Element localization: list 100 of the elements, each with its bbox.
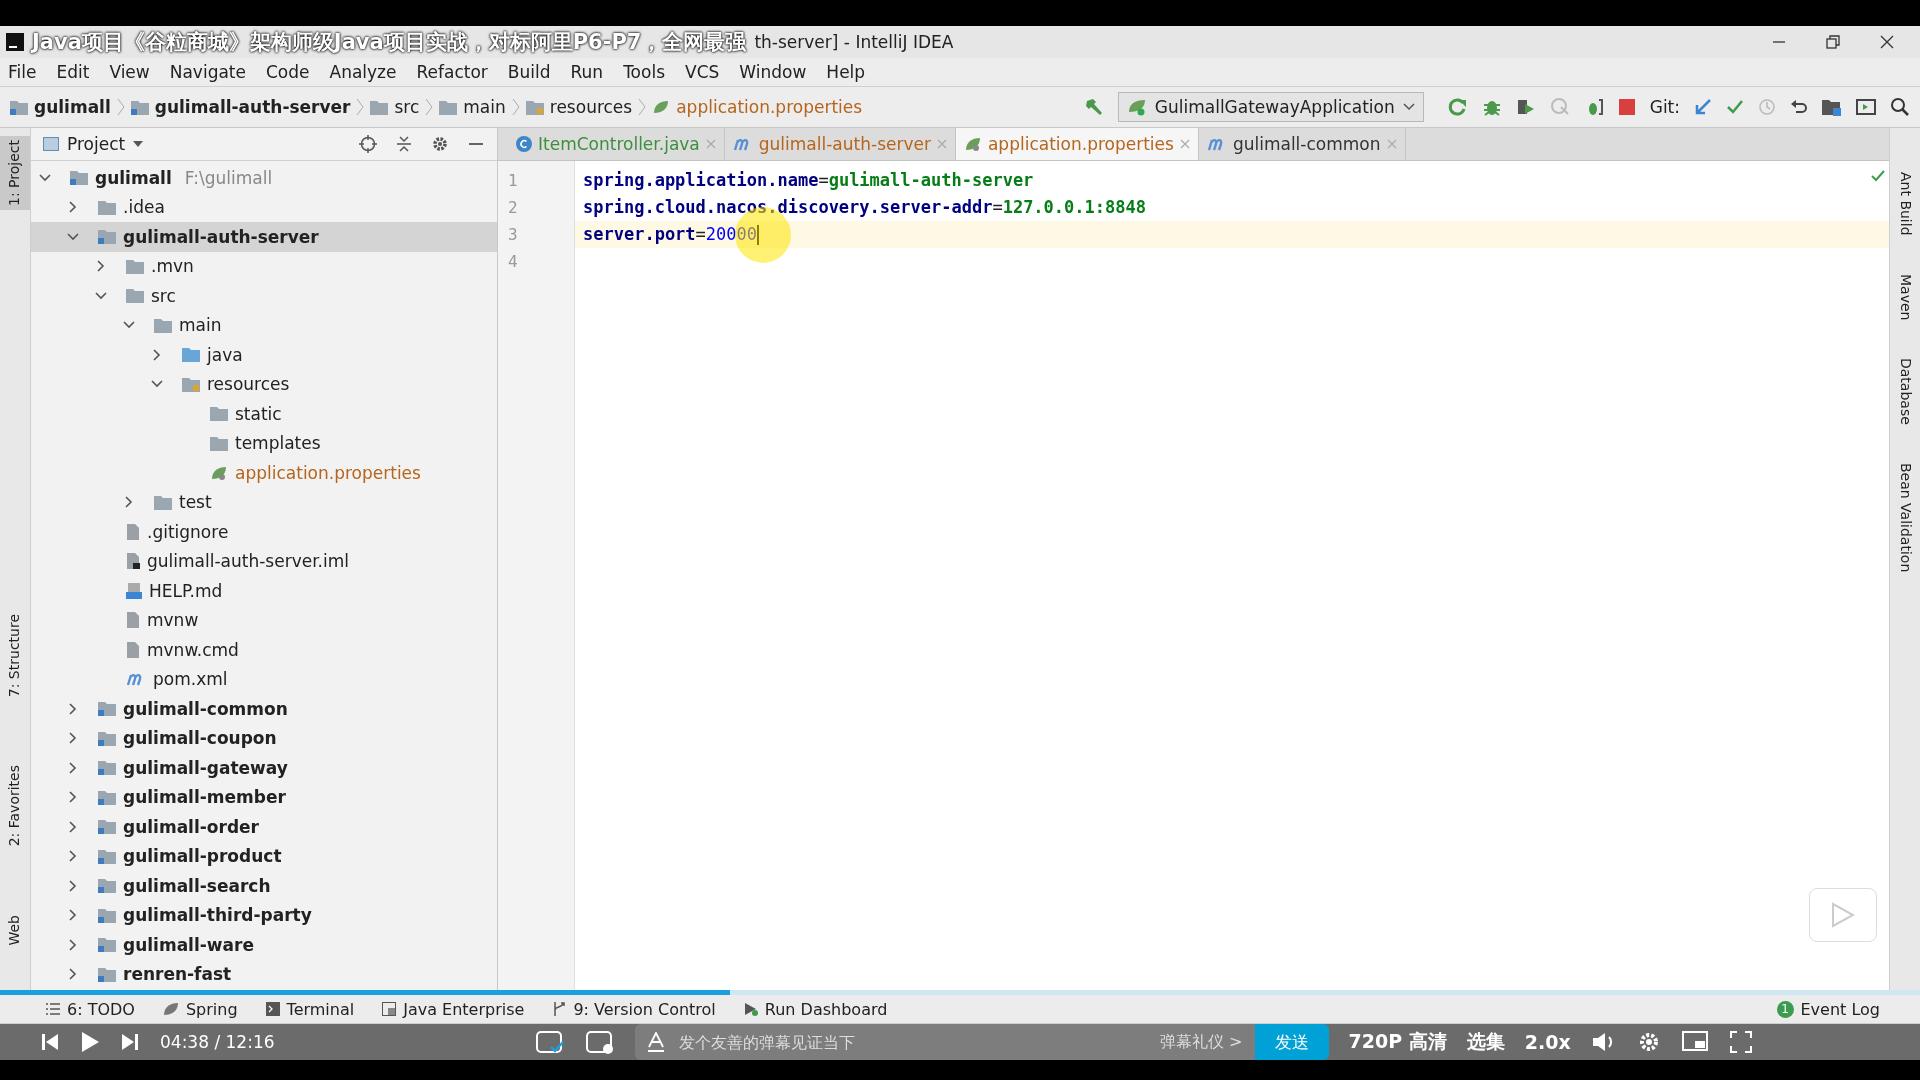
tool-window-button[interactable]: Bean Validation	[1890, 458, 1920, 577]
menu-item[interactable]: Help	[826, 62, 866, 82]
tree-item[interactable]: .gitignore	[31, 517, 497, 547]
search-icon[interactable]	[1890, 97, 1910, 117]
tree-item[interactable]: gulimall-order	[31, 812, 497, 842]
play-icon[interactable]	[80, 1031, 100, 1053]
breadcrumb[interactable]: gulimall-auth-server	[130, 97, 351, 117]
rerun-icon[interactable]	[1447, 97, 1468, 117]
breadcrumb[interactable]: main	[439, 97, 506, 117]
tool-window-button[interactable]: Database	[1890, 354, 1920, 429]
tool-window-button[interactable]: Maven	[1890, 269, 1920, 324]
leaf-icon	[162, 1002, 179, 1016]
tree-item[interactable]: renren-fast	[31, 959, 497, 989]
run-configuration-dropdown[interactable]: GulimallGatewayApplication	[1117, 92, 1424, 122]
line-number: 2	[507, 197, 519, 219]
breadcrumb[interactable]: resources	[525, 97, 633, 117]
code-line: server.port=20000	[583, 223, 758, 246]
menu-item[interactable]: Tools	[623, 62, 665, 82]
menu-item[interactable]: Navigate	[169, 62, 246, 82]
update-arrow-icon[interactable]	[1694, 98, 1712, 116]
restore-icon[interactable]	[1826, 35, 1840, 49]
tree-item[interactable]: test	[31, 487, 497, 517]
tree-item[interactable]: gulimall-third-party	[31, 900, 497, 930]
previous-icon[interactable]	[40, 1032, 60, 1052]
menu-item[interactable]: Analyze	[329, 62, 397, 82]
project-view-dropdown[interactable]: Project	[43, 134, 144, 154]
danmaku-settings-icon[interactable]	[584, 1029, 615, 1055]
chevron-icon	[356, 97, 365, 117]
event-log-tab[interactable]: 1 Event Log	[1776, 999, 1880, 1019]
tree-item[interactable]: gulimall-member	[31, 782, 497, 812]
tree-item[interactable]: gulimall-common	[31, 694, 497, 724]
coverage-icon[interactable]	[1515, 97, 1536, 117]
next-icon[interactable]	[120, 1032, 140, 1052]
menu-item[interactable]: VCS	[685, 62, 720, 82]
tool-window-button[interactable]: 1: Project	[0, 136, 30, 210]
tree-item[interactable]: gulimall-ware	[31, 930, 497, 960]
settings-icon[interactable]	[431, 135, 449, 153]
hammer-icon[interactable]	[1083, 97, 1104, 117]
tree-item[interactable]: src	[31, 281, 497, 311]
tree-item[interactable]: gulimall-auth-server.iml	[31, 546, 497, 576]
menu-item[interactable]: File	[8, 62, 37, 82]
tree-item[interactable]: gulimall F:\gulimall	[31, 163, 497, 193]
menu-item[interactable]: Code	[266, 62, 310, 82]
fullscreen-icon[interactable]	[1728, 1030, 1753, 1054]
chevron-icon	[638, 97, 647, 117]
tree-item[interactable]: mvnw.cmd	[31, 635, 497, 665]
tool-window-tab[interactable]: Spring	[162, 999, 238, 1019]
menu-item[interactable]: Refactor	[416, 62, 488, 82]
tree-item[interactable]: gulimall-product	[31, 841, 497, 871]
tool-window-button[interactable]: Ant Build	[1890, 168, 1920, 240]
menu-item[interactable]: View	[109, 62, 150, 82]
close-icon[interactable]	[1880, 35, 1894, 49]
leaf-file-icon	[652, 99, 671, 115]
menu-item[interactable]: Window	[739, 62, 807, 82]
tool-window-button[interactable]: 2: Favorites	[0, 761, 30, 851]
tool-window-tab[interactable]: 9: Version Control	[552, 999, 716, 1019]
collapse-all-icon[interactable]	[395, 135, 413, 153]
breadcrumb[interactable]: application.properties	[652, 97, 863, 117]
video-progress-track[interactable]	[0, 990, 1920, 995]
menu-item[interactable]: Build	[507, 62, 551, 82]
menu-item[interactable]: Run	[570, 62, 604, 82]
checkmark-icon[interactable]	[1726, 98, 1744, 116]
tree-item[interactable]: .idea	[31, 192, 497, 222]
episodes-button[interactable]: 选集	[1466, 1029, 1505, 1055]
breadcrumb[interactable]: gulimall	[10, 97, 111, 117]
tree-item[interactable]: HELP.md	[31, 576, 497, 606]
tree-item[interactable]: gulimall-search	[31, 871, 497, 901]
tree-item[interactable]: mvnw	[31, 605, 497, 635]
tree-item[interactable]: templates	[31, 428, 497, 458]
quality-selector[interactable]: 720P 高清	[1348, 1029, 1447, 1055]
danmaku-on-icon[interactable]	[534, 1029, 565, 1055]
crosshair-icon[interactable]	[359, 135, 377, 153]
tree-item[interactable]: main	[31, 310, 497, 340]
editor-tab[interactable]: application.properties	[955, 128, 1199, 160]
tree-item[interactable]: gulimall-gateway	[31, 753, 497, 783]
editor-tab[interactable]: gulimall-common	[1198, 128, 1406, 160]
tree-item[interactable]: static	[31, 399, 497, 429]
tool-window-button[interactable]: 7: Structure	[0, 610, 30, 702]
tree-item[interactable]: gulimall-auth-server	[31, 222, 497, 252]
tree-item[interactable]: resources	[31, 369, 497, 399]
breadcrumb[interactable]: src	[370, 97, 420, 117]
tree-item[interactable]: gulimall-coupon	[31, 723, 497, 753]
tree-item[interactable]: .mvn	[31, 251, 497, 281]
window-icon[interactable]	[1856, 98, 1876, 116]
tool-window-tab[interactable]: Terminal	[265, 999, 355, 1019]
speed-selector[interactable]: 2.0x	[1524, 1031, 1571, 1053]
tree-item[interactable]: java	[31, 340, 497, 370]
tool-window-tab[interactable]: 6: TODO	[46, 999, 135, 1019]
line-number: 3	[507, 224, 519, 246]
picture-in-picture-icon[interactable]	[1680, 1030, 1709, 1054]
tree-item[interactable]: pom.xml	[31, 664, 497, 694]
tool-window-tab[interactable]: Java Enterprise	[382, 999, 525, 1019]
tool-window-tab[interactable]: Run Dashboard	[743, 999, 888, 1019]
stop-icon[interactable]	[1617, 98, 1636, 116]
tree-item[interactable]: application.properties	[31, 458, 497, 488]
tool-window-button[interactable]: Web	[0, 910, 30, 950]
menu-item[interactable]: Edit	[56, 62, 90, 82]
folder-grid-icon[interactable]	[1822, 98, 1842, 116]
undo-icon[interactable]	[1790, 98, 1808, 116]
class-icon	[516, 136, 532, 152]
